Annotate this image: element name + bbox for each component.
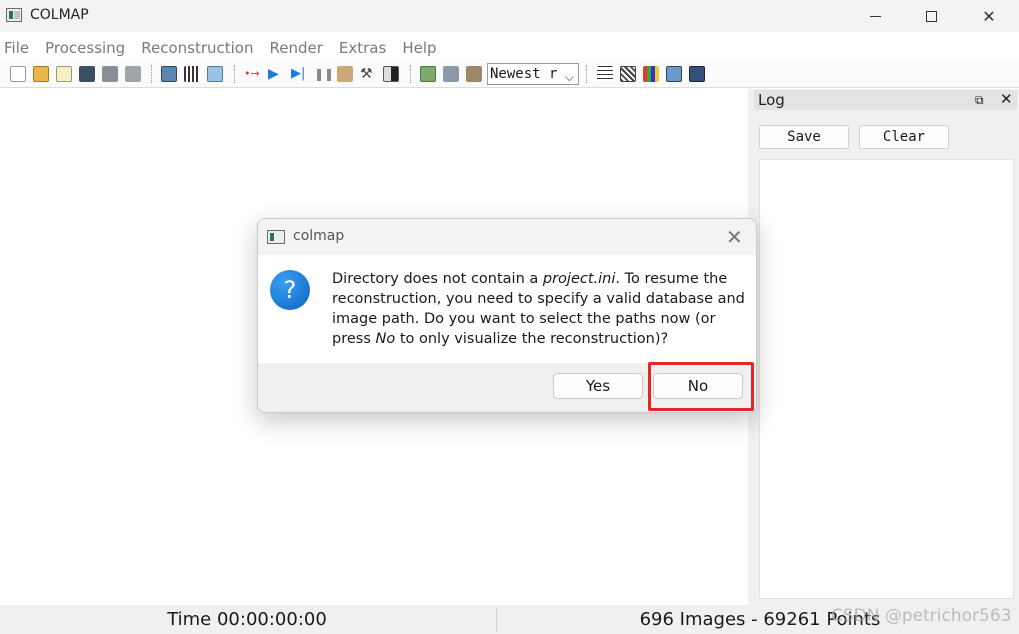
grab-movie-icon[interactable] <box>689 66 705 82</box>
close-icon: ✕ <box>982 6 996 26</box>
edit-project-icon[interactable] <box>56 66 72 82</box>
close-dock-icon[interactable]: ✕ <box>1000 90 1013 108</box>
window-title: COLMAP <box>30 7 89 23</box>
match-matrix-icon[interactable] <box>620 66 636 82</box>
model-statistics-icon[interactable] <box>643 66 659 82</box>
reset-reconstruction-icon[interactable] <box>337 66 353 82</box>
dialog-title: colmap <box>293 228 345 244</box>
feature-extraction-icon[interactable] <box>161 66 177 82</box>
status-divider <box>496 608 497 632</box>
question-icon: ? <box>270 270 310 310</box>
menu-processing[interactable]: Processing <box>45 36 125 60</box>
app-icon <box>6 8 22 22</box>
log-dock-titlebar: Log ⧉ ✕ <box>754 90 1017 110</box>
import-icon[interactable] <box>102 66 118 82</box>
log-clear-button[interactable]: Clear <box>859 125 949 149</box>
show-log-icon[interactable] <box>597 66 613 82</box>
reconstruction-select[interactable]: Newest r ⌵ <box>487 63 579 85</box>
yes-button[interactable]: Yes <box>553 373 643 399</box>
menu-help[interactable]: Help <box>402 36 436 60</box>
no-button-highlight <box>648 362 754 411</box>
log-save-button[interactable]: Save <box>759 125 849 149</box>
dialog-message-part: Directory does not contain a <box>332 271 543 287</box>
title-bar: COLMAP ✕ <box>0 0 1019 32</box>
new-project-icon[interactable] <box>10 66 26 82</box>
toolbar-separator <box>151 65 152 83</box>
watermark: CSDN @petrichor563 <box>831 606 1012 626</box>
menu-reconstruction[interactable]: Reconstruction <box>141 36 253 60</box>
menu-render[interactable]: Render <box>269 36 322 60</box>
float-dock-icon[interactable]: ⧉ <box>975 93 984 108</box>
chevron-down-icon: ⌵ <box>564 70 574 84</box>
log-text-area[interactable] <box>759 159 1014 599</box>
feature-matching-icon[interactable] <box>184 66 200 82</box>
menu-extras[interactable]: Extras <box>339 36 386 60</box>
export-icon[interactable] <box>125 66 141 82</box>
step-reconstruction-icon[interactable]: ▶| <box>291 66 307 82</box>
dialog-close-icon[interactable]: ✕ <box>726 225 743 249</box>
open-project-icon[interactable] <box>33 66 49 82</box>
menu-bar: File Processing Reconstruction Render Ex… <box>0 36 1019 60</box>
dialog-message-part: to only visualize the reconstruction)? <box>395 331 669 347</box>
menu-file[interactable]: File <box>4 36 29 60</box>
colmap-window: COLMAP ✕ File Processing Reconstruction … <box>0 0 1019 634</box>
bundle-adjustment-icon[interactable]: ⚒ <box>360 66 376 82</box>
dense-reconstruction-icon[interactable] <box>383 66 399 82</box>
dialog-message-no: No <box>375 331 396 347</box>
toolbar-separator <box>410 65 411 83</box>
close-button[interactable]: ✕ <box>960 0 1018 32</box>
pause-reconstruction-icon[interactable]: ❚❚ <box>314 66 334 82</box>
log-dock-title: Log <box>758 91 785 109</box>
maximize-button[interactable] <box>902 0 960 32</box>
reconstruction-options-icon[interactable]: •→ <box>244 66 260 82</box>
dialog-message-filename: project.ini <box>542 271 616 287</box>
grab-image-icon[interactable] <box>666 66 682 82</box>
toolbar-separator <box>234 65 235 83</box>
dialog-app-icon <box>267 230 285 244</box>
render-options-icon[interactable] <box>420 66 436 82</box>
dialog-body: ? Directory does not contain a project.i… <box>258 255 756 363</box>
dialog-message: Directory does not contain a project.ini… <box>332 269 750 349</box>
toolbar-separator <box>586 65 587 83</box>
log-dock: Log ⧉ ✕ Save Clear <box>752 89 1019 605</box>
dialog-titlebar: colmap ✕ <box>258 219 756 255</box>
maximize-icon <box>925 10 937 22</box>
status-time: Time 00:00:00:00 <box>167 609 327 630</box>
minimize-button[interactable] <box>846 0 904 32</box>
start-reconstruction-icon[interactable]: ▶ <box>268 66 284 82</box>
render-reset-icon[interactable] <box>443 66 459 82</box>
minimize-icon <box>869 15 881 17</box>
reconstruction-select-value: Newest r <box>490 66 558 82</box>
database-management-icon[interactable] <box>207 66 223 82</box>
render-screenshot-icon[interactable] <box>466 66 482 82</box>
save-project-icon[interactable] <box>79 66 95 82</box>
